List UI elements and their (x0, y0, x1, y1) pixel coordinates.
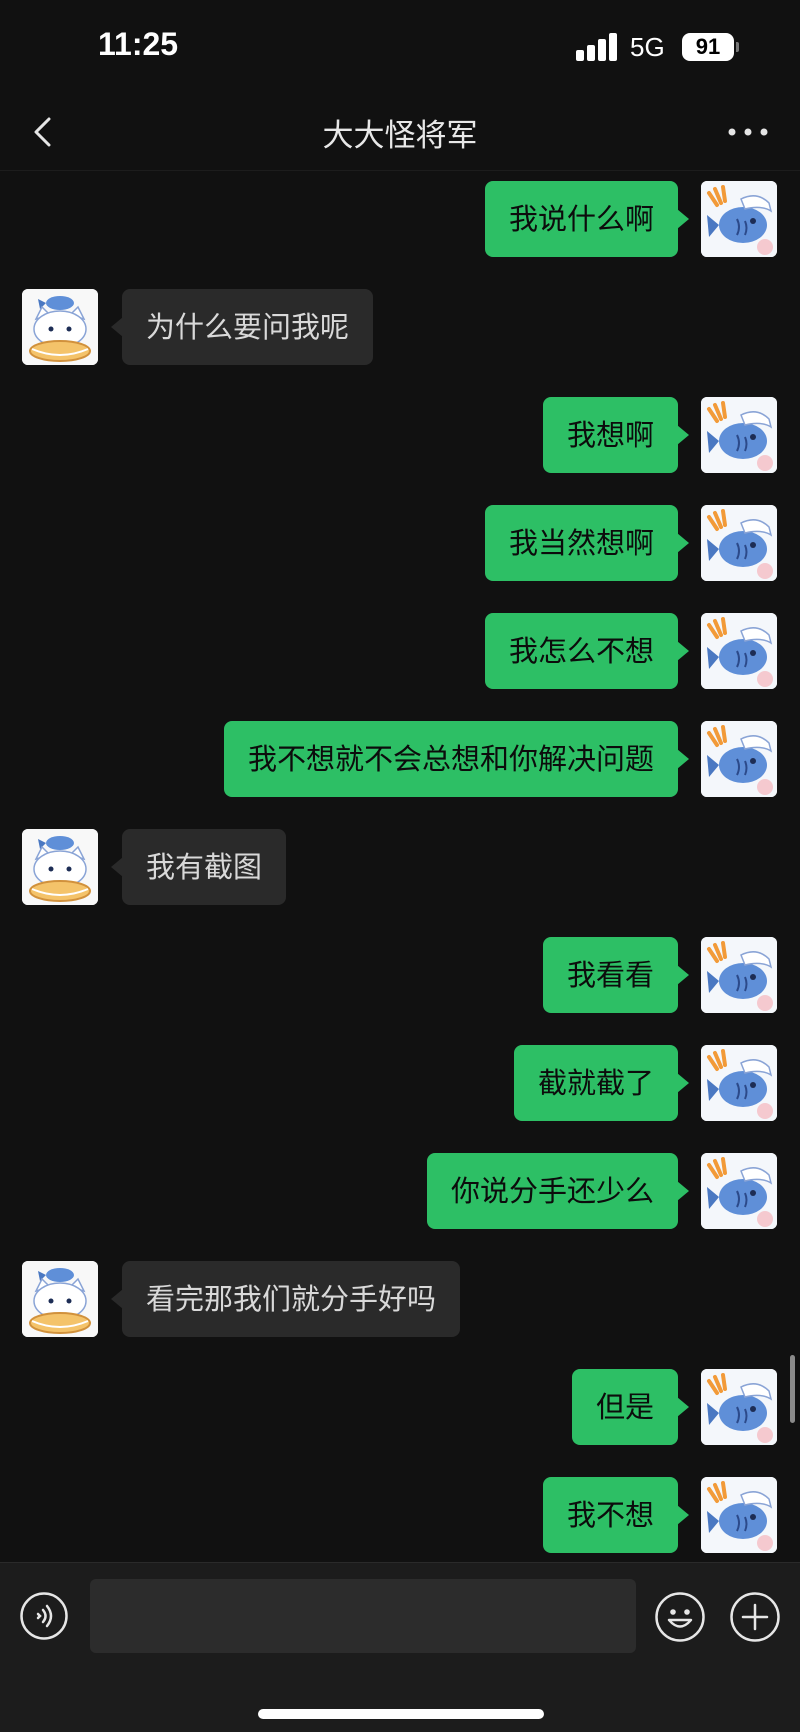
message-row: 截就截了 (0, 1045, 800, 1121)
contact-avatar[interactable] (22, 829, 98, 905)
chevron-left-icon[interactable] (26, 114, 62, 150)
network-type: 5G (630, 32, 665, 62)
received-message-bubble[interactable]: 为什么要问我呢 (110, 289, 374, 365)
self-avatar[interactable] (701, 721, 777, 797)
self-avatar[interactable] (701, 1369, 777, 1445)
sent-message-bubble[interactable]: 我当然想啊 (484, 505, 690, 581)
sent-message-bubble[interactable]: 截就截了 (513, 1045, 690, 1121)
signal-icon (576, 33, 618, 61)
sent-message-bubble[interactable]: 但是 (571, 1369, 690, 1445)
contact-avatar[interactable] (22, 289, 98, 365)
self-avatar[interactable] (701, 1153, 777, 1229)
sent-message-bubble[interactable]: 我不想就不会总想和你解决问题 (223, 721, 690, 797)
message-input[interactable] (90, 1579, 636, 1653)
battery-icon: 91 (682, 33, 734, 61)
message-row: 我不想就不会总想和你解决问题 (0, 721, 800, 797)
message-row: 我不想 (0, 1477, 800, 1553)
status-bar: 11:25 5G 91 (0, 0, 800, 96)
sent-message-bubble[interactable]: 我看看 (542, 937, 690, 1013)
self-avatar[interactable] (701, 397, 777, 473)
message-row: 你说分手还少么 (0, 1153, 800, 1229)
voice-icon[interactable] (19, 1591, 69, 1641)
self-avatar[interactable] (701, 181, 777, 257)
chat-title: 大大怪将军 (322, 118, 478, 154)
self-avatar[interactable] (701, 613, 777, 689)
message-row: 我有截图 (0, 829, 800, 905)
home-indicator[interactable] (258, 1709, 544, 1719)
scroll-indicator[interactable] (790, 1355, 795, 1423)
message-row: 我怎么不想 (0, 613, 800, 689)
message-row: 我说什么啊 (0, 181, 800, 257)
sent-message-bubble[interactable]: 我怎么不想 (484, 613, 690, 689)
self-avatar[interactable] (701, 1477, 777, 1553)
self-avatar[interactable] (701, 937, 777, 1013)
message-row: 我想啊 (0, 397, 800, 473)
self-avatar[interactable] (701, 505, 777, 581)
message-row: 但是 (0, 1369, 800, 1445)
message-row: 为什么要问我呢 (0, 289, 800, 365)
ellipsis-icon[interactable] (726, 122, 770, 142)
battery-tip (736, 42, 739, 52)
received-message-bubble[interactable]: 我有截图 (110, 829, 287, 905)
received-message-bubble[interactable]: 看完那我们就分手好吗 (110, 1261, 461, 1337)
message-row: 我当然想啊 (0, 505, 800, 581)
message-row: 看完那我们就分手好吗 (0, 1261, 800, 1337)
contact-avatar[interactable] (22, 1261, 98, 1337)
message-row: 我看看 (0, 937, 800, 1013)
sent-message-bubble[interactable]: 你说分手还少么 (426, 1153, 690, 1229)
input-bar (0, 1562, 800, 1732)
emoji-icon[interactable] (654, 1591, 706, 1643)
message-list[interactable]: 我说什么啊为什么要问我呢我想啊我当然想啊我怎么不想我不想就不会总想和你解决问题我… (0, 171, 800, 1561)
nav-bar: 大大怪将军 (0, 96, 800, 171)
self-avatar[interactable] (701, 1045, 777, 1121)
sent-message-bubble[interactable]: 我不想 (542, 1477, 690, 1553)
status-time: 11:25 (98, 26, 179, 62)
sent-message-bubble[interactable]: 我说什么啊 (484, 181, 690, 257)
plus-icon[interactable] (729, 1591, 781, 1643)
sent-message-bubble[interactable]: 我想啊 (542, 397, 690, 473)
